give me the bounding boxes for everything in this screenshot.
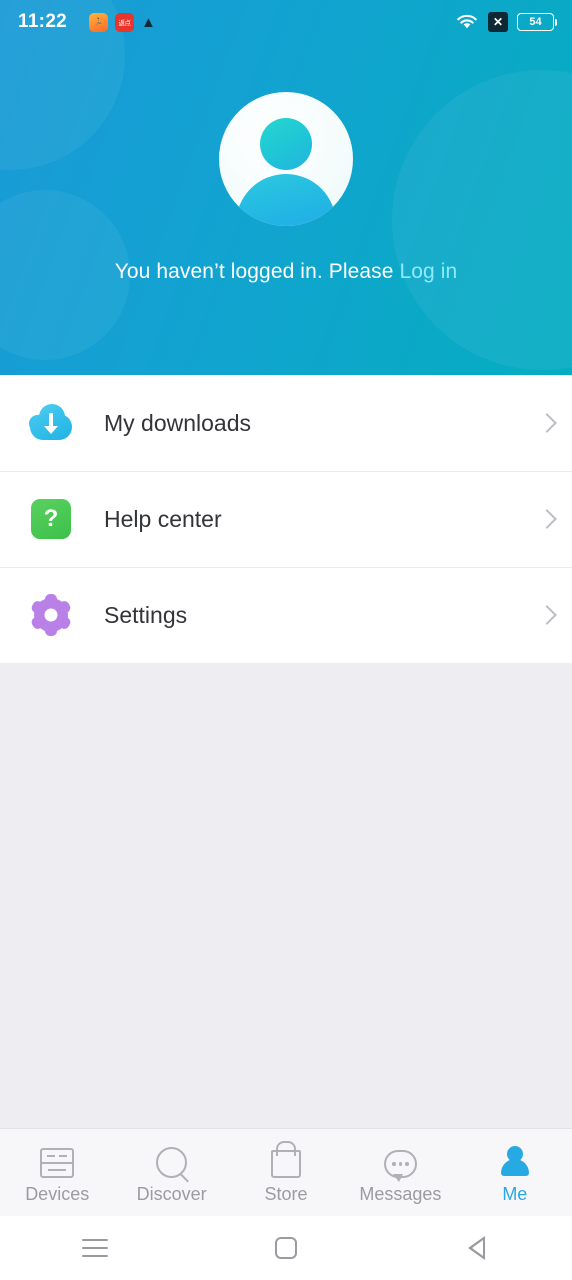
avatar-container[interactable] bbox=[0, 92, 572, 226]
menu-item-my-downloads[interactable]: My downloads bbox=[0, 375, 572, 471]
battery-indicator: 54 bbox=[517, 13, 557, 31]
menu-item-help-center[interactable]: ? Help center bbox=[0, 471, 572, 567]
warning-triangle-icon: ▲ bbox=[141, 13, 156, 31]
red-app-icon: 返点 bbox=[115, 12, 135, 32]
tab-label: Store bbox=[264, 1184, 308, 1204]
gear-icon bbox=[28, 592, 74, 638]
log-in-link[interactable]: Log in bbox=[399, 260, 457, 283]
status-notification-icons: 🏃 返点 ▲ bbox=[89, 12, 156, 32]
status-time: 11:22 bbox=[18, 11, 68, 32]
empty-content-area bbox=[0, 663, 572, 1128]
wifi-icon bbox=[457, 14, 477, 29]
tab-messages[interactable]: Messages bbox=[343, 1129, 457, 1216]
battery-level: 54 bbox=[529, 16, 542, 28]
speech-bubble-icon bbox=[383, 1140, 417, 1182]
menu-icon bbox=[82, 1239, 109, 1257]
tab-label: Messages bbox=[359, 1184, 442, 1204]
tab-label: Me bbox=[502, 1184, 528, 1204]
nav-home-button[interactable] bbox=[191, 1237, 382, 1259]
help-question-glyph: ? bbox=[31, 499, 71, 539]
avatar-body bbox=[236, 174, 336, 226]
tab-discover[interactable]: Discover bbox=[114, 1129, 228, 1216]
chevron-right-icon bbox=[537, 605, 557, 625]
search-icon bbox=[156, 1140, 188, 1178]
login-prompt-text: You haven’t logged in. Please bbox=[114, 260, 400, 283]
tab-label: Discover bbox=[136, 1184, 207, 1204]
cloud-download-icon bbox=[28, 400, 74, 446]
tab-store[interactable]: Store bbox=[229, 1129, 343, 1216]
status-right-icons: ✕ 54 bbox=[455, 12, 557, 32]
shopping-bag-icon bbox=[271, 1140, 302, 1178]
menu-item-label: My downloads bbox=[104, 409, 252, 436]
status-bar: 11:22 🏃 返点 ▲ ✕ 54 bbox=[0, 0, 572, 44]
chevron-right-icon bbox=[537, 509, 557, 529]
no-signal-badge: ✕ bbox=[488, 12, 508, 32]
menu-list: My downloads ? Help center Settings bbox=[0, 375, 572, 663]
app-screen: 11:22 🏃 返点 ▲ ✕ 54 You haven’t logged in.… bbox=[0, 0, 572, 1280]
menu-item-label: Help center bbox=[104, 505, 222, 532]
nav-back-button[interactable] bbox=[381, 1236, 572, 1260]
fitness-app-icon: 🏃 bbox=[89, 12, 109, 32]
profile-header: 11:22 🏃 返点 ▲ ✕ 54 You haven’t logged in.… bbox=[0, 0, 572, 375]
tab-me[interactable]: Me bbox=[458, 1129, 572, 1216]
avatar-head bbox=[260, 118, 312, 170]
chevron-right-icon bbox=[537, 413, 557, 433]
login-prompt: You haven’t logged in. Please Log in bbox=[0, 260, 572, 284]
avatar[interactable] bbox=[219, 92, 353, 226]
home-square-icon bbox=[275, 1237, 297, 1259]
menu-item-label: Settings bbox=[104, 601, 188, 628]
person-icon bbox=[500, 1140, 530, 1178]
menu-item-settings[interactable]: Settings bbox=[0, 567, 572, 663]
tab-devices[interactable]: Devices bbox=[0, 1129, 114, 1216]
tab-label: Devices bbox=[25, 1184, 90, 1204]
bottom-tab-bar: Devices Discover Store Messages Me bbox=[0, 1128, 572, 1216]
help-question-icon: ? bbox=[28, 496, 74, 542]
android-nav-bar bbox=[0, 1216, 572, 1280]
devices-icon bbox=[40, 1140, 75, 1178]
nav-recents-button[interactable] bbox=[0, 1239, 191, 1257]
back-triangle-icon bbox=[468, 1236, 486, 1260]
